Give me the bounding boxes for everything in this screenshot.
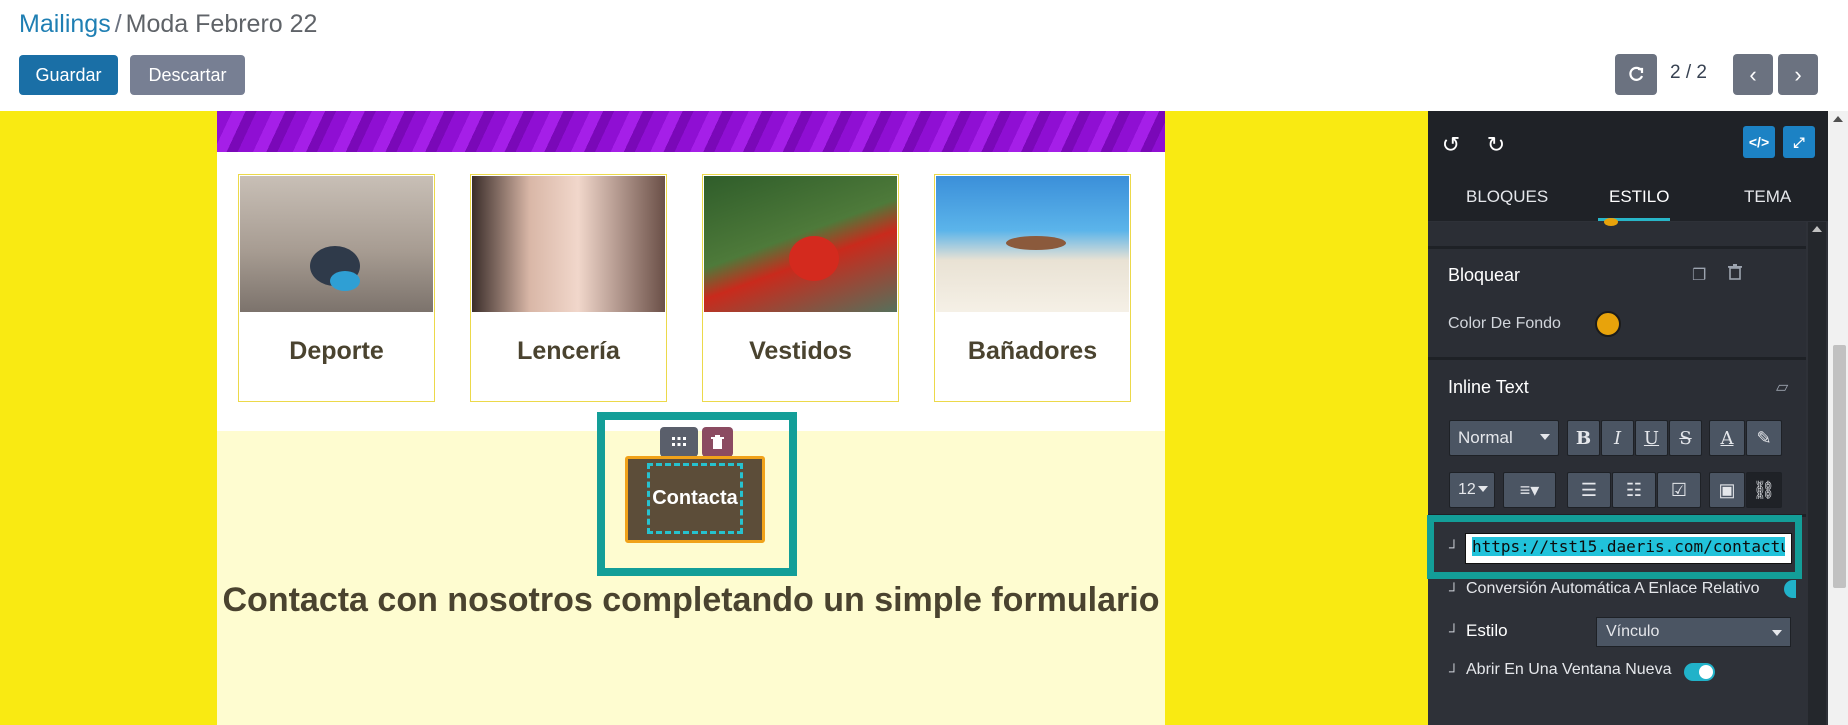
link-icon: ⛓ bbox=[1752, 479, 1776, 500]
trash-icon[interactable] bbox=[1728, 264, 1742, 285]
link-button[interactable]: ⛓ bbox=[1746, 472, 1782, 508]
tree-connector-icon: ┘ bbox=[1449, 663, 1459, 679]
previous-record-button[interactable]: ‹ bbox=[1733, 54, 1773, 95]
link-style-select[interactable]: Vínculo bbox=[1596, 617, 1791, 647]
contact-cta-label[interactable]: Contacta bbox=[625, 487, 765, 510]
next-record-button[interactable]: › bbox=[1778, 54, 1818, 95]
text-format-value: Normal bbox=[1458, 428, 1513, 447]
category-card-lenceria[interactable]: Lencería bbox=[470, 174, 667, 402]
scroll-up-icon[interactable] bbox=[1833, 116, 1843, 122]
drag-handle-button[interactable] bbox=[660, 427, 698, 457]
card-title: Bañadores bbox=[967, 337, 1098, 365]
bullet-list-button[interactable]: ☰ bbox=[1567, 472, 1611, 508]
editor-tabs: BLOQUES ESTILO TEMA bbox=[1428, 173, 1828, 221]
text-format-select[interactable]: Normal bbox=[1449, 420, 1559, 456]
checklist-button[interactable]: ☑ bbox=[1657, 472, 1701, 508]
previous-section-remainder bbox=[1428, 218, 1806, 248]
redo-button[interactable]: ↻ bbox=[1481, 130, 1511, 160]
panel-scroll-up-icon[interactable] bbox=[1812, 226, 1822, 232]
bg-color-swatch[interactable] bbox=[1595, 311, 1621, 337]
link-url-input[interactable]: https://tst15.daeris.com/contactus bbox=[1465, 533, 1792, 564]
card-photo bbox=[240, 176, 433, 312]
card-photo bbox=[472, 176, 665, 312]
bg-color-label: Color De Fondo bbox=[1448, 315, 1561, 332]
block-section: Bloquear ❐ Color De Fondo bbox=[1428, 249, 1806, 359]
breadcrumb: Mailings / Moda Febrero 22 bbox=[19, 10, 317, 39]
numbered-list-icon: ☷ bbox=[1625, 479, 1643, 500]
align-left-icon: ≡▾ bbox=[1519, 479, 1540, 500]
category-card-vestidos[interactable]: Vestidos bbox=[702, 174, 899, 402]
panel-toolbar: ↺ ↻ </> ⤢ BLOQUES ESTILO TEMA bbox=[1428, 111, 1828, 221]
top-header: Mailings / Moda Febrero 22 Guardar Descart… bbox=[0, 0, 1848, 111]
email-editor-canvas: Deporte Lencería Vestidos Bañadores Cont… bbox=[0, 111, 1428, 725]
image-icon: ▣ bbox=[1718, 479, 1736, 500]
banner-image[interactable] bbox=[217, 111, 1165, 152]
bold-button[interactable]: B bbox=[1567, 420, 1600, 456]
duplicate-icon[interactable]: ❐ bbox=[1692, 265, 1706, 285]
tree-connector-icon: ┘ bbox=[1449, 539, 1459, 555]
caret-down-icon bbox=[1478, 486, 1488, 492]
category-card-deporte[interactable]: Deporte bbox=[238, 174, 435, 402]
new-window-label: Abrir En Una Ventana Nueva bbox=[1466, 661, 1672, 678]
card-photo bbox=[704, 176, 897, 312]
save-button[interactable]: Guardar bbox=[19, 55, 118, 95]
card-title: Deporte bbox=[289, 337, 384, 365]
code-icon: </> bbox=[1748, 134, 1770, 150]
auto-relative-link-toggle[interactable] bbox=[1784, 580, 1796, 598]
link-style-value: Vínculo bbox=[1606, 623, 1660, 640]
undo-button[interactable]: ↺ bbox=[1436, 130, 1466, 160]
font-size-select[interactable]: 12 bbox=[1449, 472, 1495, 508]
inline-text-title: Inline Text bbox=[1448, 377, 1529, 397]
tab-estilo[interactable]: ESTILO bbox=[1609, 187, 1669, 207]
checklist-icon: ☑ bbox=[1670, 479, 1688, 500]
numbered-list-button[interactable]: ☷ bbox=[1612, 472, 1656, 508]
delete-block-button[interactable] bbox=[702, 427, 733, 457]
italic-button[interactable]: I bbox=[1601, 420, 1634, 456]
highlight-button[interactable]: ✎ bbox=[1746, 420, 1782, 456]
category-card-banadores[interactable]: Bañadores bbox=[934, 174, 1131, 402]
font-color-button[interactable]: A bbox=[1709, 420, 1745, 456]
expand-icon: ⤢ bbox=[1793, 133, 1805, 150]
pager-value: 2 / 2 bbox=[1670, 62, 1707, 83]
code-view-button[interactable]: </> bbox=[1743, 126, 1775, 158]
caret-down-icon bbox=[1772, 630, 1782, 636]
underline-button[interactable]: U bbox=[1635, 420, 1668, 456]
tree-connector-icon: ┘ bbox=[1449, 623, 1459, 639]
contact-heading[interactable]: Contacta con nosotros completando un sim… bbox=[217, 581, 1165, 620]
eraser-icon[interactable]: ▱ bbox=[1776, 377, 1788, 397]
breadcrumb-current: Moda Febrero 22 bbox=[125, 10, 318, 38]
bullet-list-icon: ☰ bbox=[1580, 479, 1598, 500]
paint-brush-icon: ✎ bbox=[1756, 427, 1772, 448]
page-scrollbar-thumb[interactable] bbox=[1833, 345, 1846, 588]
chevron-left-icon: ‹ bbox=[1749, 61, 1757, 87]
align-select[interactable]: ≡▾ bbox=[1503, 472, 1556, 508]
new-window-toggle[interactable] bbox=[1684, 663, 1715, 681]
breadcrumb-separator: / bbox=[114, 10, 122, 38]
strikethrough-button[interactable]: S bbox=[1669, 420, 1702, 456]
tab-tema[interactable]: TEMA bbox=[1744, 187, 1791, 207]
font-size-value: 12 bbox=[1458, 481, 1476, 498]
trash-icon bbox=[711, 434, 724, 449]
chevron-right-icon: › bbox=[1794, 61, 1802, 87]
panel-scrollbar[interactable] bbox=[1808, 222, 1826, 725]
refresh-icon bbox=[1629, 66, 1644, 81]
card-title: Lencería bbox=[517, 337, 620, 365]
discard-button[interactable]: Descartar bbox=[130, 55, 245, 95]
card-photo bbox=[936, 176, 1129, 312]
refresh-button[interactable] bbox=[1615, 54, 1657, 95]
tree-connector-icon: ┘ bbox=[1449, 582, 1459, 598]
undo-icon: ↺ bbox=[1441, 132, 1461, 157]
grid-dots-icon bbox=[672, 437, 686, 446]
block-section-title: Bloquear bbox=[1448, 265, 1521, 285]
link-style-label: Estilo bbox=[1466, 621, 1508, 640]
caret-down-icon bbox=[1540, 434, 1550, 440]
tab-bloques[interactable]: BLOQUES bbox=[1466, 187, 1548, 207]
fullscreen-button[interactable]: ⤢ bbox=[1783, 126, 1815, 158]
link-url-value: https://tst15.daeris.com/contactus bbox=[1472, 537, 1785, 556]
insert-image-button[interactable]: ▣ bbox=[1709, 472, 1745, 508]
auto-relative-link-label: Conversión Automática A Enlace Relativo bbox=[1466, 580, 1760, 597]
breadcrumb-mailings-link[interactable]: Mailings bbox=[19, 10, 111, 38]
card-title: Vestidos bbox=[749, 337, 852, 365]
redo-icon: ↻ bbox=[1486, 132, 1506, 157]
